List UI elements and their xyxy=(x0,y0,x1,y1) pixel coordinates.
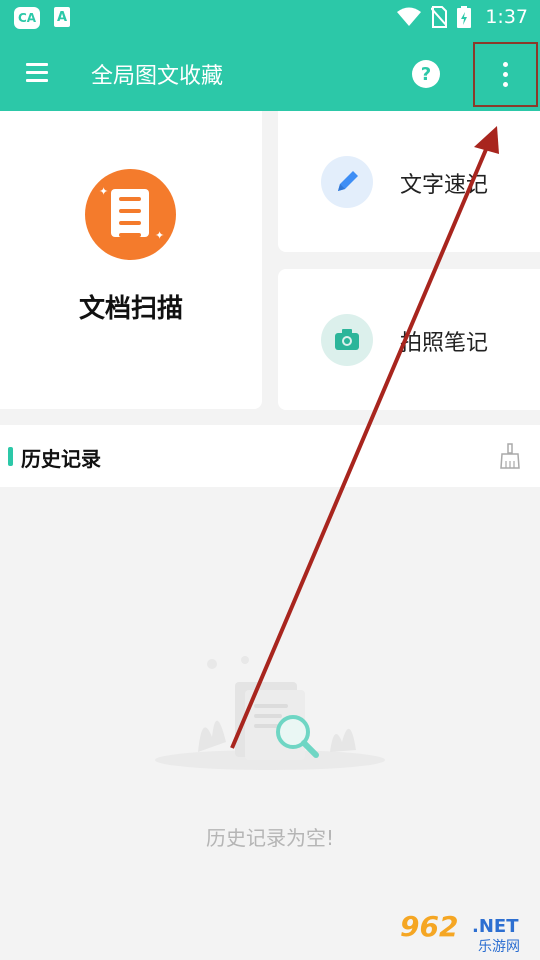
history-list-empty: 历史记录为空! xyxy=(0,487,540,960)
camera-icon xyxy=(321,314,373,366)
watermark-logo: 962 .NET 乐游网 xyxy=(400,910,520,955)
no-sim-icon xyxy=(431,6,448,28)
history-header: 历史记录 xyxy=(0,425,540,487)
empty-search-illustration-icon xyxy=(155,656,385,770)
more-vert-icon[interactable] xyxy=(473,42,538,107)
empty-history-message: 历史记录为空! xyxy=(205,826,335,850)
broom-icon[interactable] xyxy=(499,443,521,469)
page-title: 全局图文收藏 xyxy=(91,64,224,89)
status-time: 1:37 xyxy=(485,6,528,28)
document-icon: ✦ ✦ xyxy=(85,169,176,260)
document-scan-card[interactable]: ✦ ✦ 文档扫描 xyxy=(0,111,262,409)
section-marker xyxy=(8,447,13,466)
document-scan-label: 文档扫描 xyxy=(78,294,183,324)
quick-text-label: 文字速记 xyxy=(400,173,489,198)
pencil-icon xyxy=(321,156,373,208)
photo-note-label: 拍照笔记 xyxy=(400,331,489,356)
status-bar: CA A 1:37 xyxy=(0,0,540,36)
help-icon[interactable]: ? xyxy=(412,60,440,88)
photo-note-card[interactable]: 拍照笔记 xyxy=(278,269,540,410)
app-notification-icon: CA xyxy=(14,7,40,29)
menu-icon[interactable] xyxy=(26,63,48,83)
battery-icon xyxy=(457,6,472,28)
history-title: 历史记录 xyxy=(21,447,101,471)
a-notification-icon: A xyxy=(54,7,70,27)
quick-text-card[interactable]: 文字速记 xyxy=(278,111,540,252)
wifi-icon xyxy=(397,7,422,26)
app-bar: 全局图文收藏 ? xyxy=(0,36,540,111)
